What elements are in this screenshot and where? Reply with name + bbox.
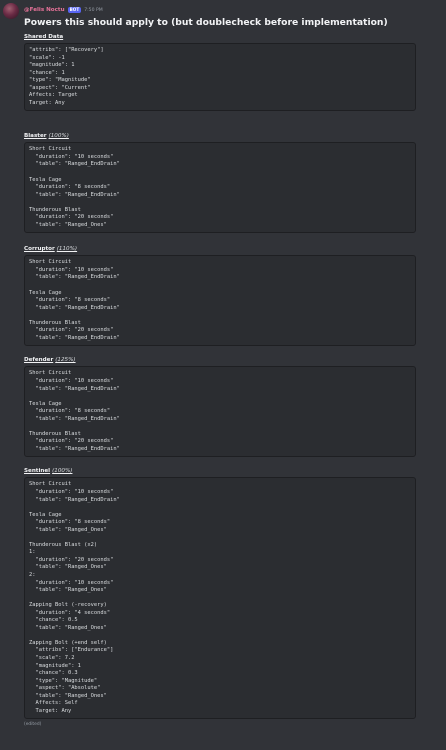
- section-title-sentinel: Sentinel (100%): [24, 467, 440, 475]
- section-percent: (110%): [56, 246, 78, 253]
- user-avatar[interactable]: [3, 3, 19, 19]
- codeblock-corruptor: Short Circuit "duration": "10 seconds" "…: [24, 255, 416, 347]
- section-percent: (100%): [52, 468, 73, 475]
- section-title-defender: Defender (125%): [24, 356, 440, 364]
- section-title-shared-data: Shared Data: [24, 33, 440, 41]
- username[interactable]: @Felis Noctu: [24, 7, 65, 13]
- section-name: Sentinel: [24, 468, 51, 475]
- message-header: @Felis Noctu BOT 7:50 PM: [24, 4, 440, 16]
- codeblock-shared-data: "attribs": ["Recovery"] "scale": -1 "mag…: [24, 43, 416, 112]
- section-percent: (125%): [55, 357, 76, 364]
- message-heading: Powers this should apply to (but doublec…: [24, 17, 388, 28]
- section-name: Corruptor: [24, 246, 55, 253]
- section-name: Defender: [24, 357, 54, 364]
- section-title-blaster: Blaster (100%): [24, 132, 440, 140]
- section-name: Shared Data: [24, 34, 64, 40]
- edited-label: (edited): [24, 722, 42, 728]
- section-percent: (100%): [48, 133, 69, 140]
- codeblock-defender: Short Circuit "duration": "10 seconds" "…: [24, 366, 416, 458]
- bot-tag: BOT: [67, 7, 82, 13]
- message: @Felis Noctu BOT 7:50 PM Powers this sho…: [0, 0, 446, 727]
- section-title-corruptor: Corruptor (110%): [24, 245, 440, 253]
- codeblock-blaster: Short Circuit "duration": "10 seconds" "…: [24, 142, 416, 234]
- codeblock-sentinel: Short Circuit "duration": "10 seconds" "…: [24, 477, 416, 720]
- section-name: Blaster: [24, 133, 47, 140]
- timestamp[interactable]: 7:50 PM: [84, 8, 103, 13]
